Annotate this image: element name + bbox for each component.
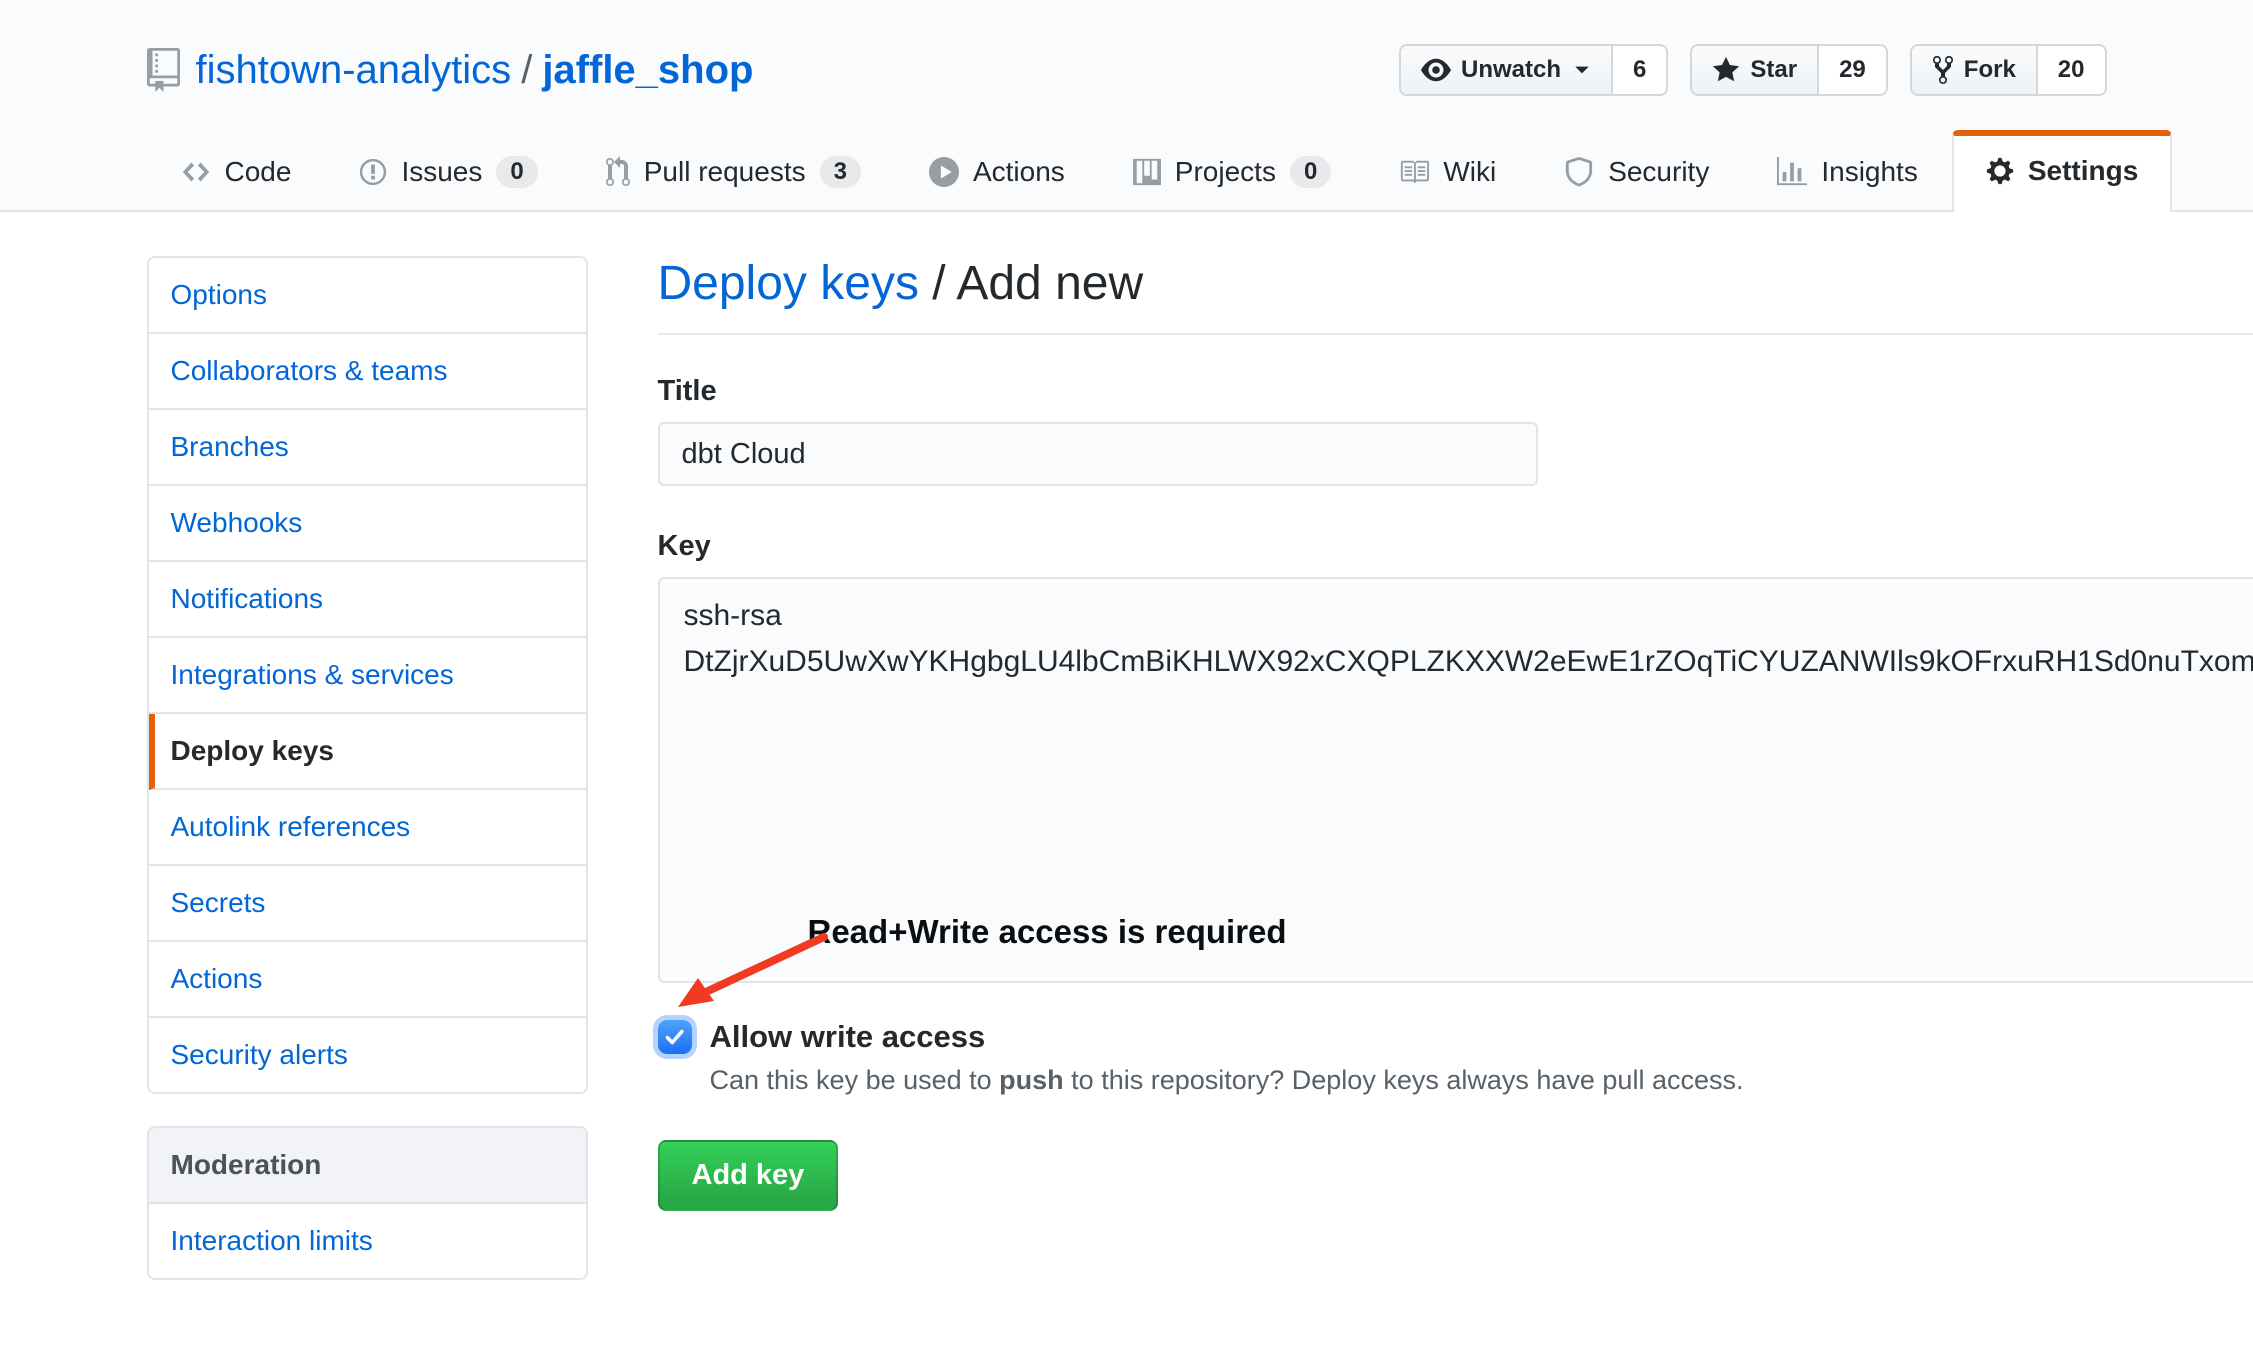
tab-label: Actions (973, 156, 1065, 188)
book-icon (1399, 157, 1429, 187)
tab-actions[interactable]: Actions (895, 130, 1099, 212)
sidebar-item-deploy-keys[interactable]: Deploy keys (149, 714, 586, 790)
tab-settings[interactable]: Settings (1952, 130, 2172, 212)
title-input[interactable] (658, 422, 1538, 486)
repo-header: fishtown-analytics / jaffle_shop Unwatch (0, 0, 2253, 212)
graph-icon (1777, 157, 1807, 187)
settings-sidebar: Options Collaborators & teams Branches W… (147, 256, 588, 1280)
breadcrumb-current: Add new (956, 257, 1143, 310)
forks-count[interactable]: 20 (2038, 44, 2107, 96)
sidebar-item-webhooks[interactable]: Webhooks (149, 486, 586, 562)
repo-owner-link[interactable]: fishtown-analytics (196, 48, 512, 93)
tab-issues[interactable]: Issues 0 (325, 130, 571, 212)
shield-icon (1564, 157, 1594, 187)
page-title: Deploy keys / Add new (658, 256, 2253, 335)
social-buttons: Unwatch 6 Star 29 (1399, 44, 2106, 96)
breadcrumb-separator: / (932, 257, 945, 310)
pull-request-icon (606, 156, 630, 188)
tab-wiki[interactable]: Wiki (1365, 130, 1530, 212)
tab-counter: 3 (820, 156, 861, 188)
tab-label: Projects (1175, 156, 1276, 188)
repo-breadcrumb: fishtown-analytics / jaffle_shop (147, 48, 754, 93)
sidebar-item-collaborators-teams[interactable]: Collaborators & teams (149, 334, 586, 410)
moderation-menu: Moderation Interaction limits (147, 1126, 588, 1280)
repo-separator: / (521, 48, 532, 93)
sidebar-item-branches[interactable]: Branches (149, 410, 586, 486)
repo-name-link[interactable]: jaffle_shop (542, 48, 753, 93)
repo-nav: Code Issues 0 Pull requests 3 Actions Pr… (147, 130, 2107, 210)
stargazers-count[interactable]: 29 (1819, 44, 1888, 96)
sidebar-item-interaction-limits[interactable]: Interaction limits (149, 1204, 586, 1278)
sidebar-item-options[interactable]: Options (149, 258, 586, 334)
key-text-plain: ssh-rsa DtZjrXuD5UwXwYKHgbgLU4lbCmBiKHLW… (684, 599, 2253, 678)
settings-menu: Options Collaborators & teams Branches W… (147, 256, 588, 1094)
tab-pull-requests[interactable]: Pull requests 3 (572, 130, 895, 212)
tab-label: Pull requests (644, 156, 806, 188)
unwatch-label: Unwatch (1461, 56, 1561, 84)
annotation-arrow-icon (664, 929, 834, 1019)
star-icon (1712, 55, 1740, 85)
key-label: Key (658, 530, 2253, 563)
sidebar-item-actions[interactable]: Actions (149, 942, 586, 1018)
play-icon (929, 157, 959, 187)
tab-security[interactable]: Security (1530, 130, 1743, 212)
unwatch-button[interactable]: Unwatch (1399, 44, 1613, 96)
sidebar-item-autolink-references[interactable]: Autolink references (149, 790, 586, 866)
tab-projects[interactable]: Projects 0 (1099, 130, 1366, 212)
moderation-heading: Moderation (149, 1128, 586, 1204)
annotation-text: Read+Write access is required (808, 913, 1287, 951)
issue-opened-icon (359, 157, 387, 187)
tab-label: Insights (1821, 156, 1918, 188)
main-content: Deploy keys / Add new Title Key ssh-rsa … (658, 256, 2253, 1280)
tab-label: Code (225, 156, 292, 188)
star-label: Star (1750, 56, 1797, 84)
fork-label: Fork (1964, 56, 2016, 84)
tab-label: Security (1608, 156, 1709, 188)
checkbox-help-text: Can this key be used to push to this rep… (710, 1065, 2253, 1096)
tab-counter: 0 (496, 156, 537, 188)
deploy-keys-link[interactable]: Deploy keys (658, 257, 919, 310)
star-button[interactable]: Star (1690, 44, 1819, 96)
fork-button[interactable]: Fork (1910, 44, 2038, 96)
allow-write-access-label[interactable]: Allow write access (710, 1019, 986, 1055)
triangle-down-icon (1573, 61, 1591, 79)
tab-code[interactable]: Code (147, 130, 326, 212)
allow-write-access-checkbox[interactable] (658, 1020, 692, 1054)
tab-insights[interactable]: Insights (1743, 130, 1952, 212)
sidebar-item-notifications[interactable]: Notifications (149, 562, 586, 638)
tab-label: Wiki (1443, 156, 1496, 188)
project-icon (1133, 157, 1161, 187)
watchers-count[interactable]: 6 (1613, 44, 1668, 96)
repo-icon (147, 48, 180, 92)
add-key-button[interactable]: Add key (658, 1140, 839, 1211)
fork-icon (1932, 54, 1954, 86)
tab-label: Issues (401, 156, 482, 188)
tab-counter: 0 (1290, 156, 1331, 188)
sidebar-item-security-alerts[interactable]: Security alerts (149, 1018, 586, 1092)
tab-label: Settings (2028, 155, 2138, 187)
sidebar-item-secrets[interactable]: Secrets (149, 866, 586, 942)
eye-icon (1421, 55, 1451, 85)
sidebar-item-integrations-services[interactable]: Integrations & services (149, 638, 586, 714)
title-label: Title (658, 375, 2253, 408)
code-icon (181, 157, 211, 187)
gear-icon (1986, 156, 2014, 186)
